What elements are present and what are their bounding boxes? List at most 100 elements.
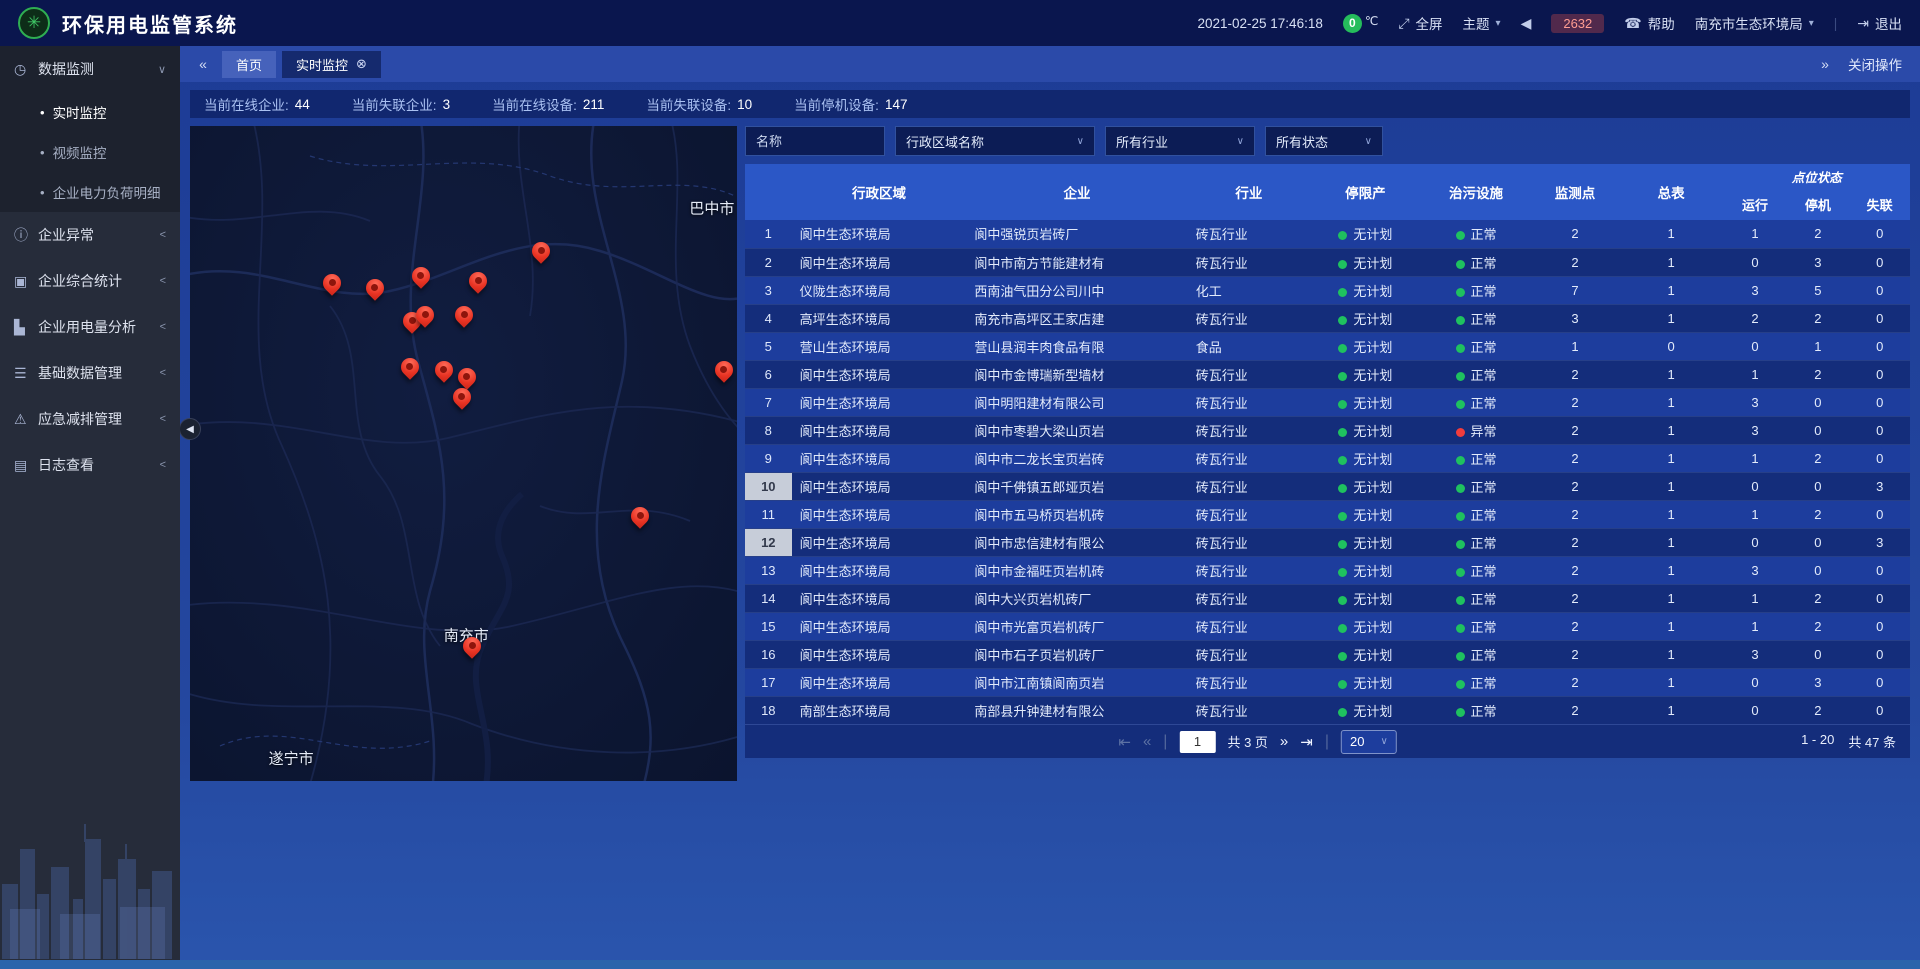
announcement-button[interactable]: ◀ (1521, 15, 1532, 32)
help-button[interactable]: ☎ 帮助 (1624, 13, 1674, 33)
sidebar-item-emergency-reduction[interactable]: ⚠ 应急减排管理 < (0, 396, 180, 442)
table-row[interactable]: 4 高坪生态环境局 南充市高坪区王家店建 砖瓦行业 无计划 正常 (745, 304, 1910, 332)
tab-realtime-monitor[interactable]: 实时监控 ⊗ (282, 51, 381, 78)
map-pin-icon[interactable] (416, 306, 434, 330)
sidebar-item-company-abnormal[interactable]: ⓘ 企业异常 < (0, 212, 180, 258)
cell-lost: 3 (1849, 472, 1910, 500)
table-row[interactable]: 9 阆中生态环境局 阆中市二龙长宝页岩砖 砖瓦行业 无计划 正常 (745, 444, 1910, 472)
sidebar-item-log-view[interactable]: ▤ 日志查看 < (0, 442, 180, 488)
tab-home[interactable]: 首页 (222, 51, 276, 78)
limit-status-dot (1338, 400, 1347, 409)
col-header-region: 行政区域 (792, 164, 967, 220)
table-row[interactable]: 13 阆中生态环境局 阆中市金福旺页岩机砖 砖瓦行业 无计划 正常 (745, 556, 1910, 584)
col-header-run: 运行 (1724, 188, 1787, 220)
map-pin-icon[interactable] (532, 242, 550, 266)
map-pin-icon[interactable] (631, 507, 649, 531)
cell-stop: 2 (1786, 612, 1849, 640)
table-row[interactable]: 15 阆中生态环境局 阆中市光富页岩机砖厂 砖瓦行业 无计划 正常 (745, 612, 1910, 640)
map-pin-icon[interactable] (455, 306, 473, 330)
industry-filter-select[interactable]: 所有行业 ∨ (1105, 126, 1255, 156)
cell-stop: 3 (1786, 248, 1849, 276)
page-number-input[interactable] (1179, 731, 1215, 753)
map-pin-icon[interactable] (366, 279, 384, 303)
cell-run: 3 (1724, 640, 1787, 668)
table-row[interactable]: 14 阆中生态环境局 阆中大兴页岩机砖厂 砖瓦行业 无计划 正常 (745, 584, 1910, 612)
select-value: 20 (1350, 734, 1364, 749)
sidebar-item-power-analysis[interactable]: ▙ 企业用电量分析 < (0, 304, 180, 350)
map-pin-icon[interactable] (463, 637, 481, 661)
cell-facility-status: 异常 (1421, 416, 1532, 444)
cell-run: 0 (1724, 696, 1787, 724)
sidebar-item-base-data[interactable]: ☰ 基础数据管理 < (0, 350, 180, 396)
pagination-bar: ⇤ « | 共 3 页 » ⇥ | 20 ∨ 1 - (745, 724, 1910, 758)
map-pin-icon[interactable] (412, 267, 430, 291)
last-page-button[interactable]: ⇥ (1300, 733, 1313, 751)
theme-dropdown[interactable]: 主题 ▾ (1463, 13, 1501, 33)
tab-scroll-right-button[interactable]: » (1812, 51, 1838, 77)
cell-region: 阆中生态环境局 (792, 612, 967, 640)
fullscreen-label: 全屏 (1416, 13, 1443, 33)
map-pin-icon[interactable] (435, 361, 453, 385)
limit-status-dot (1338, 540, 1347, 549)
region-filter-select[interactable]: 行政区域名称 ∨ (895, 126, 1095, 156)
cell-company: 西南油气田分公司川中 (966, 276, 1187, 304)
cell-meters: 1 (1619, 528, 1724, 556)
logout-button[interactable]: ⇥ 退出 (1857, 13, 1902, 33)
cell-facility-status: 正常 (1421, 444, 1532, 472)
close-operations-button[interactable]: 关闭操作 (1848, 54, 1902, 74)
next-page-button[interactable]: » (1280, 733, 1288, 750)
table-row[interactable]: 1 阆中生态环境局 阆中强锐页岩砖厂 砖瓦行业 无计划 正常 (745, 220, 1910, 248)
sidebar-item-video-monitor[interactable]: • 视频监控 (0, 132, 180, 172)
map-pin-icon[interactable] (323, 274, 341, 298)
table-row[interactable]: 18 南部生态环境局 南部县升钟建材有限公 砖瓦行业 无计划 正常 (745, 696, 1910, 724)
chevron-left-icon: < (160, 229, 166, 241)
cell-industry: 化工 (1188, 276, 1310, 304)
map-pin-icon[interactable] (715, 361, 733, 385)
close-tab-icon[interactable]: ⊗ (356, 56, 367, 72)
collapse-map-button[interactable]: ◀ (179, 418, 201, 440)
cell-points: 2 (1531, 388, 1618, 416)
right-panel: 行政区域名称 ∨ 所有行业 ∨ 所有状态 ∨ (745, 126, 1910, 758)
table-row[interactable]: 8 阆中生态环境局 阆中市枣碧大梁山页岩 砖瓦行业 无计划 异常 (745, 416, 1910, 444)
cell-meters: 1 (1619, 668, 1724, 696)
cell-company: 阆中千佛镇五郎垭页岩 (966, 472, 1187, 500)
cell-industry: 砖瓦行业 (1188, 472, 1310, 500)
prev-page-button[interactable]: « (1143, 733, 1151, 750)
table-row[interactable]: 2 阆中生态环境局 阆中市南方节能建材有 砖瓦行业 无计划 正常 (745, 248, 1910, 276)
cell-points: 2 (1531, 556, 1618, 584)
org-dropdown[interactable]: 南充市生态环境局 ▾ (1695, 13, 1814, 33)
cell-index: 9 (745, 444, 792, 472)
cell-limit-status: 无计划 (1310, 304, 1421, 332)
page-size-select[interactable]: 20 ∨ (1341, 730, 1397, 754)
status-filter-select[interactable]: 所有状态 ∨ (1265, 126, 1383, 156)
info-icon: ⓘ (14, 225, 38, 245)
name-filter-input[interactable] (745, 126, 885, 156)
fullscreen-button[interactable]: ⤢ 全屏 (1398, 13, 1442, 33)
company-table: 行政区域 企业 行业 停限产 治污设施 监测点 总表 点位状态 运行 (745, 164, 1910, 758)
table-row[interactable]: 5 营山生态环境局 营山县润丰肉食品有限 食品 无计划 正常 (745, 332, 1910, 360)
map-pin-icon[interactable] (401, 358, 419, 382)
sidebar-item-company-statistics[interactable]: ▣ 企业综合统计 < (0, 258, 180, 304)
map-pin-icon[interactable] (453, 388, 471, 412)
table-row[interactable]: 11 阆中生态环境局 阆中市五马桥页岩机砖 砖瓦行业 无计划 正常 (745, 500, 1910, 528)
sidebar-item-data-monitoring[interactable]: ◷ 数据监测 ∨ (0, 46, 180, 92)
table-row[interactable]: 17 阆中生态环境局 阆中市江南镇阆南页岩 砖瓦行业 无计划 正常 (745, 668, 1910, 696)
chevron-left-icon: < (160, 275, 166, 287)
sidebar-item-power-load-detail[interactable]: • 企业电力负荷明细 (0, 172, 180, 212)
notification-count-badge[interactable]: 2632 (1551, 14, 1604, 33)
table-row[interactable]: 7 阆中生态环境局 阆中明阳建材有限公司 砖瓦行业 无计划 正常 (745, 388, 1910, 416)
map[interactable]: 巴中市 南充市 遂宁市 (190, 126, 737, 781)
first-page-button[interactable]: ⇤ (1118, 733, 1131, 751)
table-row[interactable]: 16 阆中生态环境局 阆中市石子页岩机砖厂 砖瓦行业 无计划 正常 (745, 640, 1910, 668)
table-row[interactable]: 12 阆中生态环境局 阆中市忠信建材有限公 砖瓦行业 无计划 正常 (745, 528, 1910, 556)
bullet-icon: • (40, 106, 45, 119)
table-row[interactable]: 6 阆中生态环境局 阆中市金博瑞新型墙材 砖瓦行业 无计划 正常 (745, 360, 1910, 388)
table-row[interactable]: 10 阆中生态环境局 阆中千佛镇五郎垭页岩 砖瓦行业 无计划 正常 (745, 472, 1910, 500)
cell-index: 11 (745, 500, 792, 528)
cell-stop: 0 (1786, 528, 1849, 556)
tab-scroll-left-button[interactable]: « (190, 51, 216, 77)
cell-company: 南充市高坪区王家店建 (966, 304, 1187, 332)
sidebar-item-realtime-monitor[interactable]: • 实时监控 (0, 92, 180, 132)
table-row[interactable]: 3 仪陇生态环境局 西南油气田分公司川中 化工 无计划 正常 (745, 276, 1910, 304)
map-pin-icon[interactable] (469, 272, 487, 296)
